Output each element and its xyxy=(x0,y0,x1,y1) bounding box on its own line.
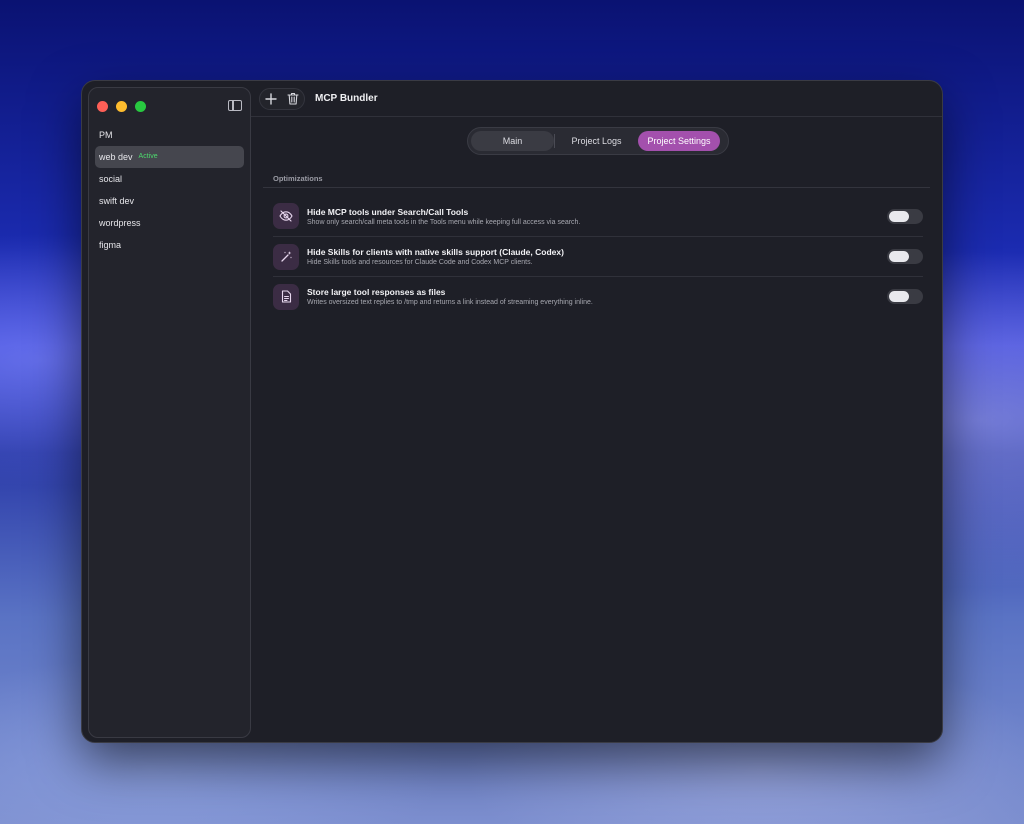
project-list: PM web dev Active social swift dev wordp… xyxy=(95,124,244,256)
active-badge: Active xyxy=(138,153,158,160)
toolbar-actions xyxy=(259,87,305,110)
eye-slash-icon xyxy=(273,203,299,229)
setting-title: Store large tool responses as files xyxy=(307,287,446,297)
sidebar-item-swift-dev[interactable]: swift dev xyxy=(95,190,244,212)
sidebar-item-figma[interactable]: figma xyxy=(95,234,244,256)
section-divider xyxy=(263,187,930,188)
trash-icon xyxy=(287,92,299,105)
tab-project-logs[interactable]: Project Logs xyxy=(555,131,638,151)
sidebar-item-label: social xyxy=(99,174,123,184)
tab-main[interactable]: Main xyxy=(471,131,554,151)
sidebar-item-label: web dev xyxy=(99,152,133,162)
store-large-responses-toggle[interactable] xyxy=(887,289,923,304)
document-icon xyxy=(273,283,299,310)
sidebar-item-label: wordpress xyxy=(99,218,141,228)
setting-row-hide-skills: Hide Skills for clients with native skil… xyxy=(273,236,923,276)
sidebar-toggle-icon[interactable] xyxy=(228,100,242,111)
tab-project-settings[interactable]: Project Settings xyxy=(638,131,720,151)
sidebar-item-pm[interactable]: PM xyxy=(95,124,244,146)
setting-description: Hide Skills tools and resources for Clau… xyxy=(307,259,533,266)
sidebar-item-label: swift dev xyxy=(99,196,135,206)
hide-mcp-tools-toggle[interactable] xyxy=(887,208,923,224)
window-controls xyxy=(97,101,146,112)
close-window-button[interactable] xyxy=(97,101,108,112)
app-window: PM web dev Active social swift dev wordp… xyxy=(81,80,943,743)
sidebar: PM web dev Active social swift dev wordp… xyxy=(88,87,251,738)
sidebar-item-web-dev[interactable]: web dev Active xyxy=(95,146,244,168)
setting-row-hide-mcp-tools: Hide MCP tools under Search/Call Tools S… xyxy=(273,196,923,236)
setting-row-store-large-responses: Store large tool responses as files Writ… xyxy=(273,276,923,316)
sidebar-item-label: figma xyxy=(99,240,122,250)
sidebar-item-label: PM xyxy=(99,130,113,140)
magic-wand-icon xyxy=(273,243,299,270)
setting-title: Hide Skills for clients with native skil… xyxy=(307,247,564,257)
setting-title: Hide MCP tools under Search/Call Tools xyxy=(307,206,469,217)
plus-icon xyxy=(265,92,277,105)
app-title: MCP Bundler xyxy=(315,93,378,104)
setting-description: Show only search/call meta tools in the … xyxy=(307,218,581,226)
sidebar-item-wordpress[interactable]: wordpress xyxy=(95,212,244,234)
segmented-tabs: Main Project Logs Project Settings xyxy=(467,127,729,155)
hide-skills-toggle[interactable] xyxy=(887,249,923,264)
minimize-window-button[interactable] xyxy=(116,101,127,112)
setting-description: Writes oversized text replies to /tmp an… xyxy=(307,299,593,306)
add-project-button[interactable] xyxy=(263,91,279,107)
section-title: Optimizations xyxy=(273,174,323,183)
sidebar-item-social[interactable]: social xyxy=(95,168,244,190)
toolbar: MCP Bundler xyxy=(251,81,942,117)
delete-project-button[interactable] xyxy=(285,91,301,107)
zoom-window-button[interactable] xyxy=(135,101,146,112)
settings-list: Hide MCP tools under Search/Call Tools S… xyxy=(273,196,923,316)
